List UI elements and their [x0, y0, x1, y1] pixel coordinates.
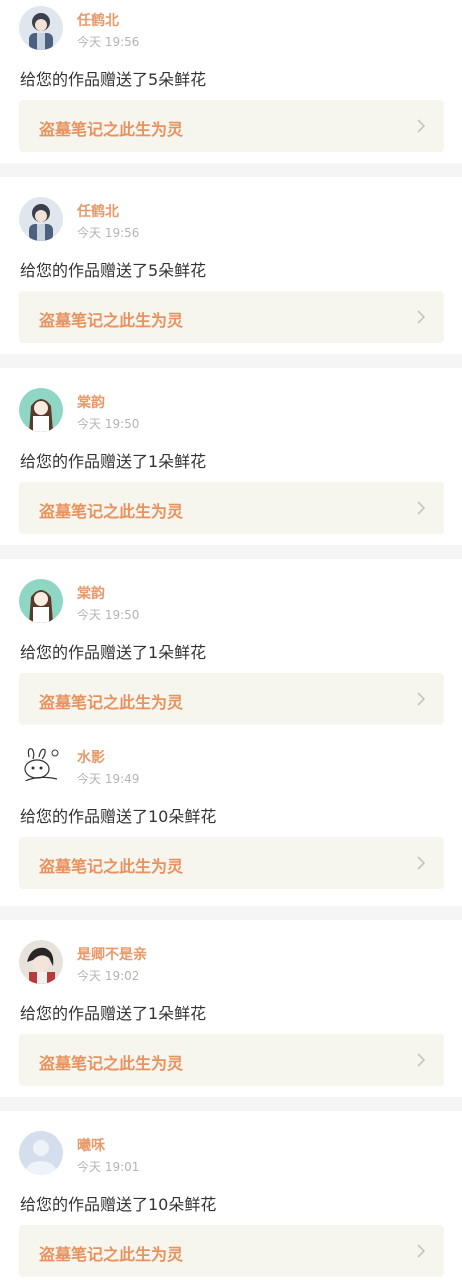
work-link[interactable]: 盗墓笔记之此生为灵	[19, 1034, 444, 1086]
anime-girl-avatar-icon[interactable]	[19, 579, 63, 623]
anime-character-avatar-icon[interactable]	[19, 940, 63, 984]
username[interactable]: 任鹤北	[77, 201, 119, 221]
username[interactable]: 任鹤北	[77, 10, 119, 30]
work-link[interactable]: 盗墓笔记之此生为灵	[19, 673, 444, 725]
notification-feed: 任鹤北 今天 19:56 给您的作品赠送了5朵鲜花 盗墓笔记之此生为灵 任鹤北 …	[0, 0, 462, 1280]
timestamp: 今天 19:01	[77, 1160, 140, 1174]
username[interactable]: 水影	[77, 747, 105, 767]
work-link[interactable]: 盗墓笔记之此生为灵	[19, 837, 444, 889]
work-title: 盗墓笔记之此生为灵	[39, 1245, 184, 1264]
anime-boy-avatar-icon[interactable]	[19, 197, 63, 241]
default-user-avatar-icon[interactable]	[19, 1131, 63, 1175]
chevron-right-icon	[416, 1052, 426, 1068]
username[interactable]: 棠韵	[77, 392, 105, 412]
work-title: 盗墓笔记之此生为灵	[39, 311, 184, 330]
anime-boy-avatar-icon[interactable]	[19, 6, 63, 50]
work-title: 盗墓笔记之此生为灵	[39, 120, 184, 139]
gift-message: 给您的作品赠送了10朵鲜花	[20, 1195, 217, 1214]
chevron-right-icon	[416, 118, 426, 134]
gift-notification-card: 任鹤北 今天 19:56 给您的作品赠送了5朵鲜花 盗墓笔记之此生为灵	[0, 0, 462, 163]
gift-notification-card: 棠韵 今天 19:50 给您的作品赠送了1朵鲜花 盗墓笔记之此生为灵	[0, 559, 462, 739]
gift-message: 给您的作品赠送了1朵鲜花	[20, 643, 207, 662]
work-title: 盗墓笔记之此生为灵	[39, 693, 184, 712]
chevron-right-icon	[416, 1243, 426, 1259]
work-title: 盗墓笔记之此生为灵	[39, 1054, 184, 1073]
doodle-rabbit-avatar-icon[interactable]	[19, 743, 63, 787]
timestamp: 今天 19:02	[77, 969, 140, 983]
timestamp: 今天 19:50	[77, 417, 140, 431]
timestamp: 今天 19:49	[77, 772, 140, 786]
gift-message: 给您的作品赠送了10朵鲜花	[20, 807, 217, 826]
gift-message: 给您的作品赠送了5朵鲜花	[20, 261, 207, 280]
timestamp: 今天 19:56	[77, 35, 140, 49]
work-link[interactable]: 盗墓笔记之此生为灵	[19, 291, 444, 343]
gift-notification-card: 是卿不是亲 今天 19:02 给您的作品赠送了1朵鲜花 盗墓笔记之此生为灵	[0, 920, 462, 1097]
chevron-right-icon	[416, 500, 426, 516]
chevron-right-icon	[416, 691, 426, 707]
username[interactable]: 曦咊	[77, 1135, 105, 1155]
timestamp: 今天 19:56	[77, 226, 140, 240]
work-link[interactable]: 盗墓笔记之此生为灵	[19, 482, 444, 534]
work-title: 盗墓笔记之此生为灵	[39, 502, 184, 521]
anime-girl-avatar-icon[interactable]	[19, 388, 63, 432]
gift-notification-card: 任鹤北 今天 19:56 给您的作品赠送了5朵鲜花 盗墓笔记之此生为灵	[0, 177, 462, 354]
gift-message: 给您的作品赠送了1朵鲜花	[20, 1004, 207, 1023]
gift-message: 给您的作品赠送了1朵鲜花	[20, 452, 207, 471]
gift-notification-card: 棠韵 今天 19:50 给您的作品赠送了1朵鲜花 盗墓笔记之此生为灵	[0, 368, 462, 545]
timestamp: 今天 19:50	[77, 608, 140, 622]
gift-notification-card: 曦咊 今天 19:01 给您的作品赠送了10朵鲜花 盗墓笔记之此生为灵	[0, 1111, 462, 1280]
work-link[interactable]: 盗墓笔记之此生为灵	[19, 1225, 444, 1277]
gift-message: 给您的作品赠送了5朵鲜花	[20, 70, 207, 89]
chevron-right-icon	[416, 309, 426, 325]
work-title: 盗墓笔记之此生为灵	[39, 857, 184, 876]
gift-notification-card: 水影 今天 19:49 给您的作品赠送了10朵鲜花 盗墓笔记之此生为灵	[0, 739, 462, 906]
work-link[interactable]: 盗墓笔记之此生为灵	[19, 100, 444, 152]
username[interactable]: 棠韵	[77, 583, 105, 603]
chevron-right-icon	[416, 855, 426, 871]
username[interactable]: 是卿不是亲	[77, 944, 147, 964]
